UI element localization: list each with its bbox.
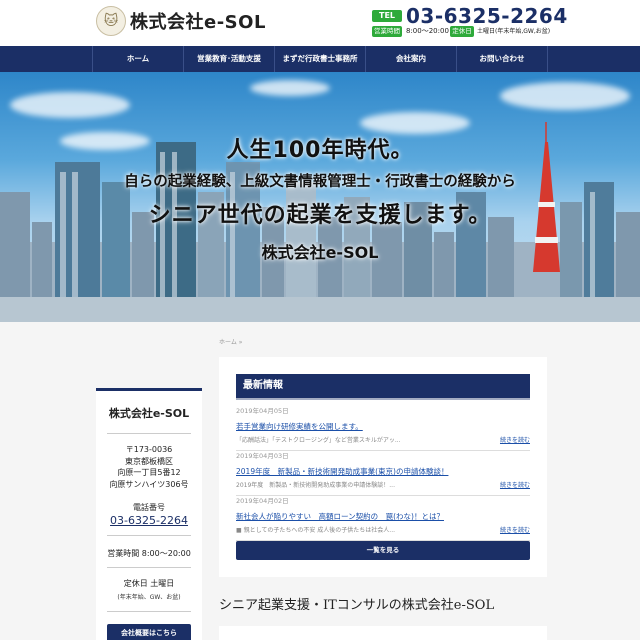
news-date: 2019年04月03日 (236, 452, 289, 460)
hours-text: 8:00〜20:00 (406, 27, 449, 35)
global-nav: ホーム 営業教育･活動支援 まずだ行政書士事務所 会社案内 お問い合わせ (0, 46, 640, 72)
news-item: 2019年04月03日 2019年度 新製品・新技術開発助成事業(東京)の申請体… (236, 450, 530, 496)
view-all-news-button[interactable]: 一覧を見る (236, 541, 530, 560)
cat-logo-icon: 🐱 (96, 6, 126, 36)
postal-code: 〒173-0036 (125, 445, 173, 454)
section-title: シニア起業支援・ITコンサルの株式会社e-SOL (219, 598, 495, 613)
sidebar-company-card: 株式会社e-SOL 〒173-0036 東京都板橋区 向原一丁目5番12 向原サ… (96, 388, 202, 640)
sidebar-tel-label: 電話番号 (133, 503, 165, 512)
nav-item-sales-support[interactable]: 営業教育･活動支援 (183, 46, 274, 72)
divider (107, 433, 191, 434)
nav-item-contact[interactable]: お問い合わせ (456, 46, 548, 72)
hero-banner: 人生100年時代。 自らの起業経験、上級文書情報管理士・行政書士の経験から シニ… (0, 72, 640, 322)
header-contact: TEL 03-6325-2264 営業時間 8:00〜20:00 定休日 土曜日… (372, 4, 567, 40)
hero-subline: 自らの起業経験、上級文書情報管理士・行政書士の経験から (124, 174, 516, 190)
header-phone-number[interactable]: 03-6325-2264 (406, 4, 568, 28)
news-title-link[interactable]: 若手営業向け研修実績を公開します。 (236, 421, 530, 432)
address-line: 向原サンハイツ306号 (109, 479, 189, 489)
cloud (250, 80, 330, 96)
news-item: 2019年04月05日 若手営業向け研修実績を公開します。 「応酬話法」「テスト… (236, 405, 530, 451)
site-logo[interactable]: 🐱 株式会社e-SOL (96, 6, 266, 36)
sidebar-title: 株式会社e-SOL (108, 407, 190, 420)
hero-headline: 人生100年時代。 (226, 138, 414, 163)
news-title-link[interactable]: 2019年度 新製品・新技術開発助成事業(東京)の申請体験談！ (236, 466, 530, 477)
nav-item-gyosei-office[interactable]: まずだ行政書士事務所 (274, 46, 365, 72)
divider (107, 567, 191, 568)
news-title-link[interactable]: 新社会人が陥りやすい 高額ローン契約の 罠(わな)！とは？ (236, 511, 530, 522)
news-heading: 最新情報 (236, 374, 530, 398)
news-date: 2019年04月05日 (236, 407, 289, 415)
hero-copy: 人生100年時代。 自らの起業経験、上級文書情報管理士・行政書士の経験から シニ… (0, 132, 640, 263)
page: 🐱 株式会社e-SOL TEL 03-6325-2264 営業時間 8:00〜2… (0, 0, 640, 640)
news-panel: 最新情報 2019年04月05日 若手営業向け研修実績を公開します。 「応酬話法… (219, 357, 547, 577)
divider (236, 398, 530, 400)
news-date: 2019年04月02日 (236, 497, 289, 505)
cloud (10, 92, 130, 118)
breadcrumb[interactable]: ホーム » (219, 337, 242, 346)
tel-badge: TEL (372, 10, 402, 22)
read-more-link[interactable]: 続きを読む (500, 480, 530, 489)
read-more-link[interactable]: 続きを読む (500, 435, 530, 444)
nav-item-home[interactable]: ホーム (92, 46, 183, 72)
company-overview-button[interactable]: 会社概要はこちら (107, 624, 191, 640)
sidebar-address: 〒173-0036 東京都板橋区 向原一丁目5番12 向原サンハイツ306号 (96, 444, 202, 490)
cloud (500, 82, 630, 110)
news-excerpt: 「応酬話法」「テストクロージング」など営業スキルがアッ... (236, 437, 401, 444)
sidebar-hours: 営業時間 8:00〜20:00 (107, 549, 191, 558)
sidebar-holiday-note: (年末年始、GW、お盆) (117, 594, 181, 601)
address-line: 東京都板橋区 (125, 456, 173, 466)
site-header: 🐱 株式会社e-SOL TEL 03-6325-2264 営業時間 8:00〜2… (0, 0, 640, 46)
address-line: 向原一丁目5番12 (117, 468, 181, 477)
sidebar-phone-link[interactable]: 03-6325-2264 (96, 514, 202, 527)
news-item: 2019年04月02日 新社会人が陥りやすい 高額ローン契約の 罠(わな)！とは… (236, 495, 530, 541)
section-content (219, 626, 547, 640)
sidebar-holiday: 定休日 土曜日 (123, 579, 175, 588)
hours-badge: 営業時間 (372, 26, 402, 37)
nav-item-company[interactable]: 会社案内 (365, 46, 456, 72)
news-excerpt: 2019年度 新製品・新技術開発助成事業の申請体験談！... (236, 482, 395, 489)
logo-text: 株式会社e-SOL (130, 12, 266, 33)
divider (107, 611, 191, 612)
divider (107, 535, 191, 536)
read-more-link[interactable]: 続きを読む (500, 525, 530, 534)
news-excerpt: ■ 親としての子たちへの不安 成人後の子供たちは社会人... (236, 527, 396, 534)
hero-company: 株式会社e-SOL (261, 243, 379, 262)
hero-tagline: シニア世代の起業を支援します。 (148, 203, 492, 228)
holiday-text: 土曜日(年末年始,GW,お盆) (477, 28, 551, 35)
holiday-badge: 定休日 (450, 26, 474, 37)
